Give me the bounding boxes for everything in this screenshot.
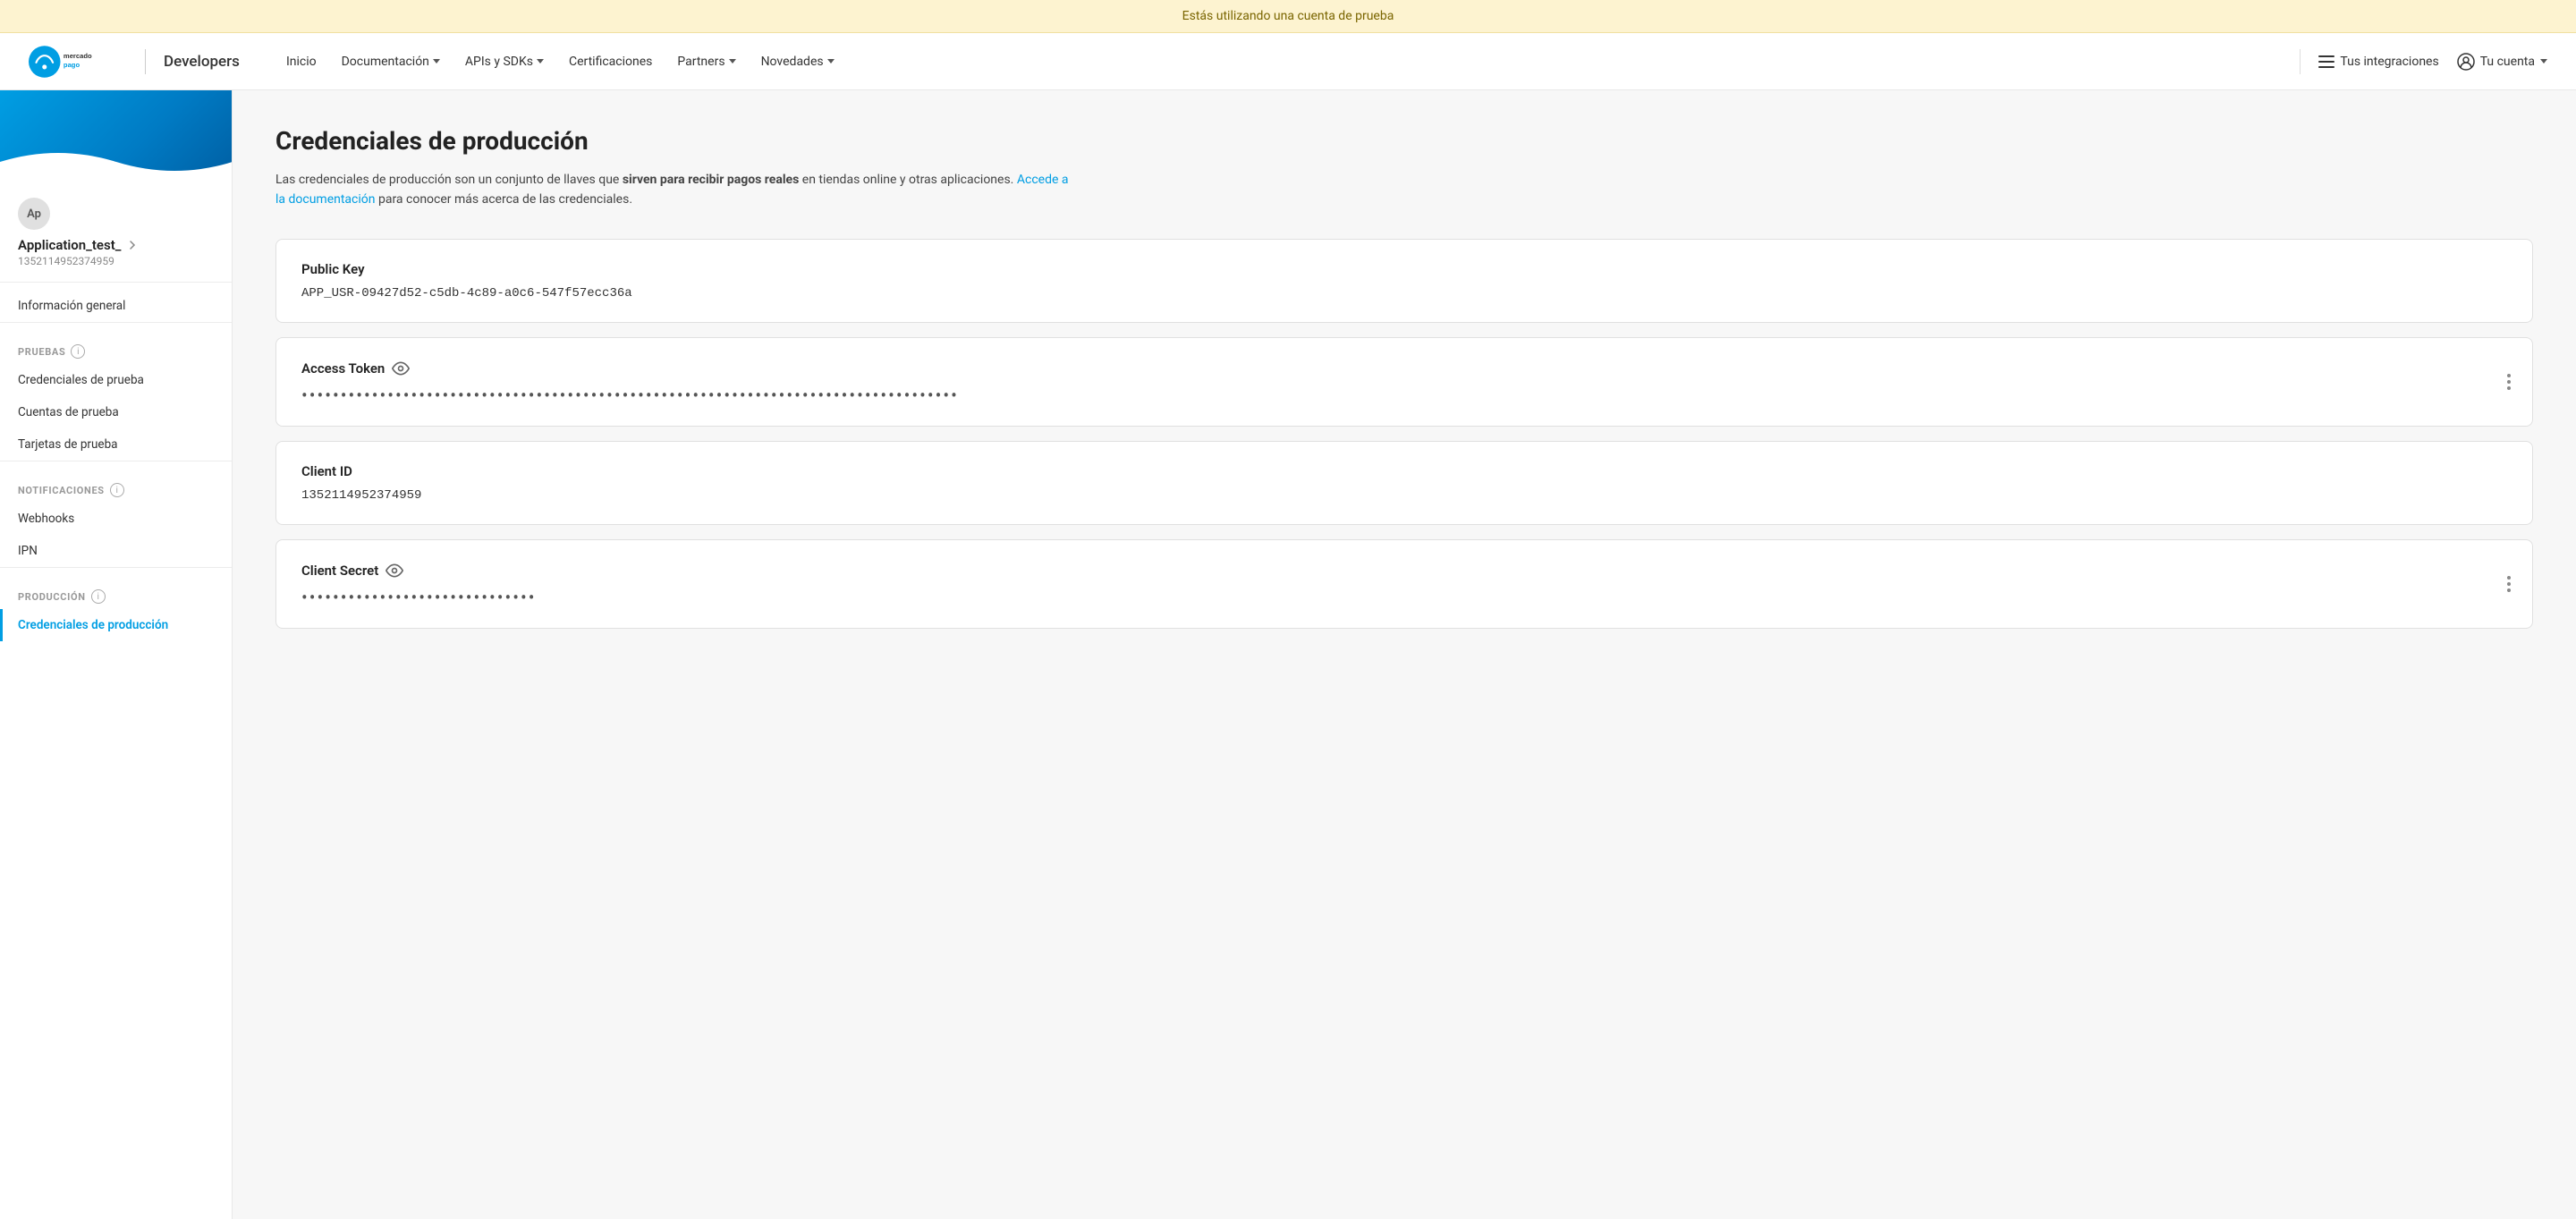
sidebar-divider: [0, 282, 232, 283]
account-icon: [2457, 53, 2475, 71]
tus-integraciones-button[interactable]: Tus integraciones: [2318, 55, 2438, 69]
description-part2: en tiendas online y otras aplicaciones.: [799, 173, 1017, 187]
sidebar-section-produccion: PRODUCCIÓN i: [0, 575, 232, 609]
main-nav: Inicio Documentación APIs y SDKs Certifi…: [275, 47, 2300, 76]
nav-documentacion[interactable]: Documentación: [331, 47, 451, 76]
top-banner: Estás utilizando una cuenta de prueba: [0, 0, 2576, 33]
chevron-down-icon: [433, 59, 440, 63]
sidebar-item-ipn[interactable]: IPN: [0, 535, 232, 567]
nav-novedades[interactable]: Novedades: [750, 47, 845, 76]
sidebar-item-credenciales-prueba[interactable]: Credenciales de prueba: [0, 364, 232, 396]
nav-apis-sdks[interactable]: APIs y SDKs: [454, 47, 555, 76]
more-options-client-secret[interactable]: [2504, 572, 2514, 596]
sidebar-divider-4: [0, 567, 232, 568]
banner-text: Estás utilizando una cuenta de prueba: [1182, 9, 1394, 23]
logo-area: mercado pago Developers: [29, 46, 240, 78]
page-description: Las credenciales de producción son un co…: [275, 170, 1080, 210]
section-notificaciones-label: NOTIFICACIONES: [18, 485, 105, 496]
credential-value-client-id: 1352114952374959: [301, 488, 2507, 503]
chevron-down-icon: [729, 59, 736, 63]
tu-cuenta-button[interactable]: Tu cuenta: [2457, 53, 2547, 71]
sidebar-item-tarjetas-prueba[interactable]: Tarjetas de prueba: [0, 428, 232, 461]
credential-label-client-secret: Client Secret: [301, 562, 2507, 580]
sidebar-section-pruebas: PRUEBAS i: [0, 330, 232, 364]
hamburger-icon: [2318, 55, 2334, 68]
description-part1: Las credenciales de producción son un co…: [275, 173, 623, 187]
credential-card-client-secret: Client Secret ••••••••••••••••••••••••••…: [275, 539, 2533, 629]
credential-label-public-key: Public Key: [301, 261, 2507, 277]
section-produccion-label: PRODUCCIÓN: [18, 591, 86, 603]
tus-integraciones-label: Tus integraciones: [2340, 55, 2438, 69]
page-title: Credenciales de producción: [275, 126, 2533, 156]
credential-value-access-token: ••••••••••••••••••••••••••••••••••••••••…: [301, 386, 2507, 404]
credential-card-public-key: Public Key APP_USR-09427d52-c5db-4c89-a0…: [275, 239, 2533, 323]
app-avatar: Ap: [18, 198, 50, 230]
svg-text:mercado: mercado: [64, 51, 92, 59]
more-dot: [2507, 582, 2511, 586]
header: mercado pago Developers Inicio Documenta…: [0, 33, 2576, 90]
svg-text:pago: pago: [64, 60, 80, 68]
more-dot: [2507, 386, 2511, 390]
more-dot: [2507, 588, 2511, 592]
chevron-down-icon: [537, 59, 544, 63]
sidebar-item-info-general[interactable]: Información general: [0, 290, 232, 322]
description-bold: sirven para recibir pagos reales: [623, 173, 799, 187]
chevron-down-icon: [827, 59, 835, 63]
app-body: Ap Application_test_ 1352114952374959 In…: [0, 90, 2576, 1219]
hero-wave: [0, 144, 232, 180]
tu-cuenta-label: Tu cuenta: [2480, 55, 2535, 69]
nav-right: Tus integraciones Tu cuenta: [2300, 49, 2547, 74]
eye-icon-client-secret[interactable]: [386, 562, 403, 580]
more-dot: [2507, 374, 2511, 377]
app-id: 1352114952374959: [18, 255, 214, 267]
sidebar-item-credenciales-produccion[interactable]: Credenciales de producción: [0, 609, 232, 641]
nav-inicio[interactable]: Inicio: [275, 47, 327, 76]
chevron-down-icon: [2540, 59, 2547, 63]
sidebar-divider-2: [0, 322, 232, 323]
more-dot: [2507, 380, 2511, 384]
info-icon-pruebas[interactable]: i: [71, 344, 85, 359]
credential-value-public-key: APP_USR-09427d52-c5db-4c89-a0c6-547f57ec…: [301, 286, 2507, 301]
nav-separator: [2300, 49, 2301, 74]
sidebar: Ap Application_test_ 1352114952374959 In…: [0, 90, 233, 1219]
main-content: Credenciales de producción Las credencia…: [233, 90, 2576, 1219]
credential-card-client-id: Client ID 1352114952374959: [275, 441, 2533, 525]
sidebar-section-notificaciones: NOTIFICACIONES i: [0, 469, 232, 503]
sidebar-item-webhooks[interactable]: Webhooks: [0, 503, 232, 535]
sidebar-hero: [0, 90, 232, 180]
info-icon-produccion[interactable]: i: [91, 589, 106, 604]
nav-partners[interactable]: Partners: [666, 47, 746, 76]
credential-card-access-token: Access Token •••••••••••••••••••••••••••…: [275, 337, 2533, 427]
chevron-right-icon[interactable]: [126, 239, 139, 251]
more-dot: [2507, 576, 2511, 580]
info-icon-notificaciones[interactable]: i: [110, 483, 124, 497]
sidebar-item-cuentas-prueba[interactable]: Cuentas de prueba: [0, 396, 232, 428]
sidebar-app-info: Ap Application_test_ 1352114952374959: [0, 180, 232, 282]
developers-label: Developers: [164, 53, 240, 71]
nav-certificaciones[interactable]: Certificaciones: [558, 47, 663, 76]
app-name: Application_test_: [18, 237, 121, 253]
description-part3: para conocer más acerca de las credencia…: [376, 192, 633, 207]
credential-label-access-token: Access Token: [301, 360, 2507, 377]
credential-value-client-secret: ••••••••••••••••••••••••••••••: [301, 588, 2507, 606]
logo-divider: [145, 49, 146, 74]
credential-label-client-id: Client ID: [301, 463, 2507, 479]
eye-icon-access-token[interactable]: [392, 360, 410, 377]
section-pruebas-label: PRUEBAS: [18, 346, 65, 358]
mercadopago-logo[interactable]: mercado pago: [29, 46, 127, 78]
app-name-row: Application_test_: [18, 237, 214, 253]
more-options-access-token[interactable]: [2504, 370, 2514, 394]
